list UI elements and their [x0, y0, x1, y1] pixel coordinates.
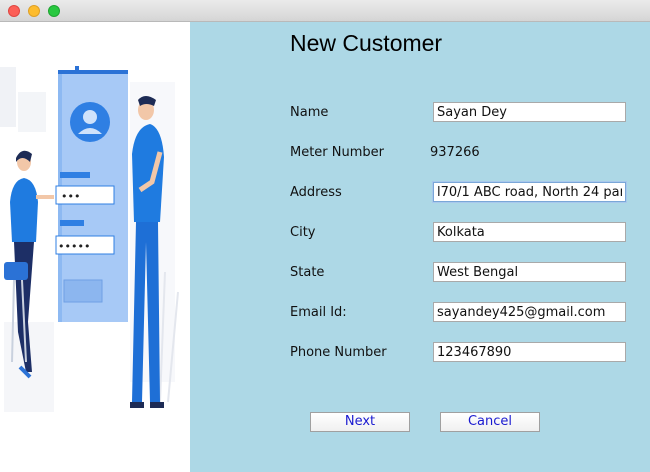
city-field[interactable]	[433, 222, 626, 242]
next-button[interactable]: Next	[310, 412, 410, 432]
password-dots-2: •••••	[58, 240, 90, 253]
close-window-button[interactable]	[8, 5, 20, 17]
state-label: State	[290, 265, 325, 280]
address-label: Address	[290, 185, 342, 200]
name-field[interactable]	[433, 102, 626, 122]
city-label: City	[290, 225, 316, 240]
email-field[interactable]	[433, 302, 626, 322]
address-field[interactable]	[433, 182, 626, 202]
customer-form-panel: New Customer Name Meter Number 937266 Ad…	[190, 22, 650, 472]
login-illustration-icon: ••• •••••	[0, 66, 179, 412]
login-illustration: ••• •••••	[0, 22, 190, 472]
minimize-window-button[interactable]	[28, 5, 40, 17]
app-window: ••• ••••• New Customer Name Meter Num	[0, 0, 650, 472]
title-bar	[0, 0, 650, 22]
phone-number-field[interactable]	[433, 342, 626, 362]
meter-number-label: Meter Number	[290, 145, 385, 160]
maximize-window-button[interactable]	[48, 5, 60, 17]
password-dots-1: •••	[61, 190, 80, 203]
page-title: New Customer	[290, 30, 443, 56]
state-field[interactable]	[433, 262, 626, 282]
name-label: Name	[290, 105, 329, 120]
phone-number-label: Phone Number	[290, 345, 387, 360]
email-label: Email Id:	[290, 305, 347, 320]
cancel-button[interactable]: Cancel	[440, 412, 540, 432]
meter-number-value: 937266	[430, 145, 480, 160]
